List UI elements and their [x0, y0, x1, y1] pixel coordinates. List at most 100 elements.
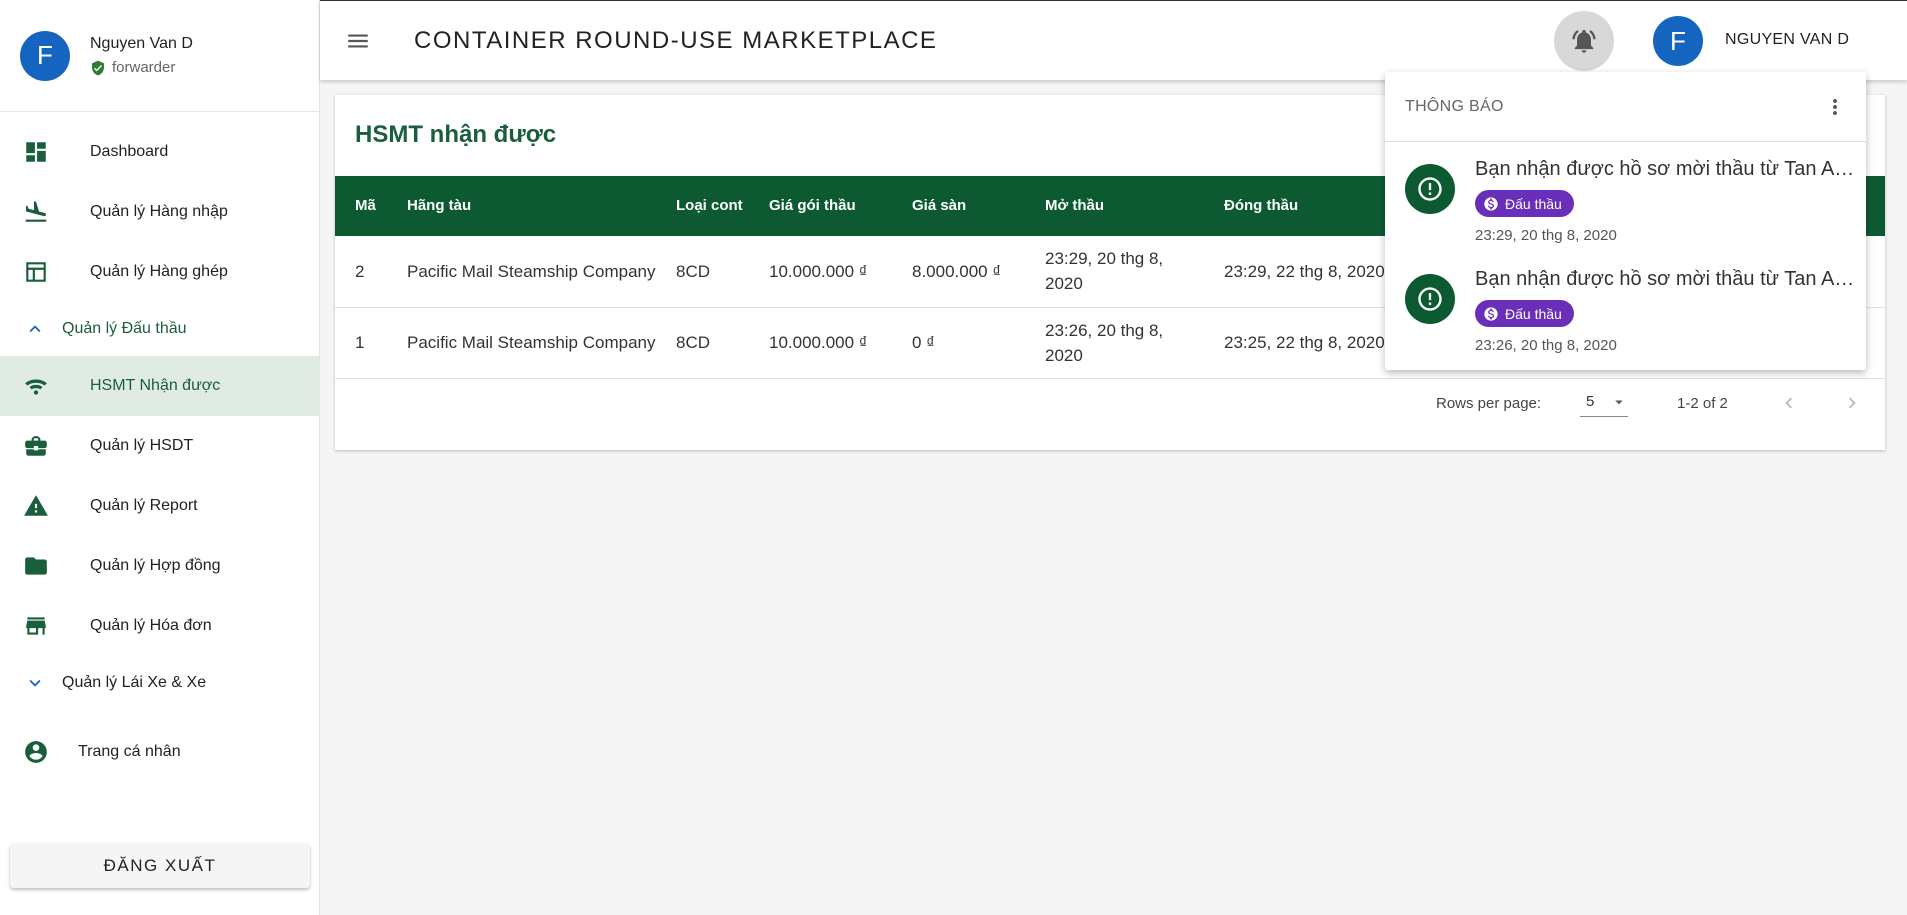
notification-tag: Đấu thầu — [1475, 190, 1574, 217]
column-header-mo-thau[interactable]: Mở thầu — [1035, 176, 1214, 236]
profile-role: forwarder — [112, 59, 176, 76]
sidebar-item-label: HSMT Nhận được — [90, 377, 221, 394]
sidebar: F Nguyen Van D forwarder Dashboard Quản … — [0, 0, 320, 915]
user-avatar[interactable]: F — [1653, 16, 1703, 66]
column-header-ma[interactable]: Mã — [335, 176, 397, 236]
cell-ma: 1 — [335, 307, 397, 379]
profile-name: Nguyen Van D — [90, 35, 193, 52]
sidebar-item-trang-ca-nhan[interactable]: Trang cá nhân — [0, 722, 319, 782]
table-pagination: Rows per page: 5 1-2 of 2 — [335, 385, 1885, 421]
notification-title: THÔNG BÁO — [1405, 97, 1504, 115]
chevron-right-icon — [1848, 397, 1856, 409]
notification-time: 23:26, 20 thg 8, 2020 — [1475, 337, 1617, 354]
cell-gia-san: 8.000.000 ₫ — [902, 236, 1035, 308]
notification-item[interactable]: Bạn nhận được hồ sơ mời thầu từ Tan An T… — [1385, 142, 1866, 252]
sidebar-item-hang-nhap[interactable]: Quản lý Hàng nhập — [0, 182, 319, 242]
chevron-up-icon — [20, 318, 50, 340]
flight-land-icon — [20, 196, 52, 228]
sidebar-item-report[interactable]: Quản lý Report — [0, 476, 319, 536]
sidebar-item-hoa-don[interactable]: Quản lý Hóa đơn — [0, 596, 319, 656]
cell-mo-thau: 23:29, 20 thg 8, 2020 — [1035, 236, 1214, 308]
sidebar-item-label: Quản lý Hợp đồng — [90, 557, 221, 574]
logout-button[interactable]: ĐĂNG XUẤT — [10, 843, 310, 888]
cell-hang-tau: Pacific Mail Steamship Company — [397, 236, 666, 308]
rows-per-page-value: 5 — [1586, 393, 1595, 410]
store-icon — [20, 610, 52, 642]
page-title: HSMT nhận được — [355, 121, 557, 148]
folder-icon — [20, 550, 52, 582]
dashboard-icon — [20, 136, 52, 168]
notification-item[interactable]: Bạn nhận được hồ sơ mời thầu từ Tan An T… — [1385, 252, 1866, 362]
cell-ma: 2 — [335, 236, 397, 308]
sidebar-profile: F Nguyen Van D forwarder — [0, 0, 319, 112]
notification-message: Bạn nhận được hồ sơ mời thầu từ Tan An T… — [1475, 158, 1855, 180]
account-circle-icon — [20, 736, 52, 768]
column-header-loai-cont[interactable]: Loại cont — [666, 176, 759, 236]
column-header-gia-san[interactable]: Giá sàn — [902, 176, 1035, 236]
cell-gia-goi-thau: 10.000.000 ₫ — [759, 307, 902, 379]
notification-button[interactable] — [1554, 11, 1614, 71]
dollar-icon — [1484, 306, 1498, 321]
sidebar-item-label: Quản lý Hàng ghép — [90, 263, 228, 280]
cell-mo-thau: 23:26, 20 thg 8, 2020 — [1035, 307, 1214, 379]
bell-ringing-icon — [1572, 29, 1596, 53]
sidebar-item-hsdt[interactable]: Quản lý HSDT — [0, 416, 319, 476]
alert-circle-icon — [1405, 274, 1455, 324]
table-icon — [20, 256, 52, 288]
sidebar-item-label: Quản lý Hàng nhập — [90, 203, 228, 220]
chevron-down-icon — [20, 672, 50, 694]
sidebar-group-dau-thau[interactable]: Quản lý Đấu thầu — [0, 302, 319, 356]
user-name[interactable]: NGUYEN VAN D — [1725, 31, 1849, 49]
notification-tag-label: Đấu thầu — [1505, 305, 1562, 322]
notification-tag-label: Đấu thầu — [1505, 195, 1562, 212]
previous-page-button[interactable] — [1775, 389, 1803, 417]
cell-loai-cont: 8CD — [666, 307, 759, 379]
notification-header: THÔNG BÁO — [1385, 72, 1866, 142]
briefcase-icon — [20, 430, 52, 462]
menu-icon[interactable] — [342, 25, 374, 57]
cell-loai-cont: 8CD — [666, 236, 759, 308]
pagination-range: 1-2 of 2 — [1677, 395, 1728, 412]
shield-check-icon — [92, 60, 104, 75]
sidebar-item-hop-dong[interactable]: Quản lý Hợp đồng — [0, 536, 319, 596]
alert-circle-icon — [1405, 164, 1455, 214]
notification-time: 23:29, 20 thg 8, 2020 — [1475, 227, 1617, 244]
column-header-hang-tau[interactable]: Hãng tàu — [397, 176, 666, 236]
sidebar-nav: Dashboard Quản lý Hàng nhập Quản lý Hàng… — [0, 112, 319, 782]
app-title: CONTAINER ROUND-USE MARKETPLACE — [414, 26, 938, 54]
cell-gia-san: 0 ₫ — [902, 307, 1035, 379]
cell-hang-tau: Pacific Mail Steamship Company — [397, 307, 666, 379]
rows-per-page-select[interactable]: 5 — [1580, 387, 1628, 417]
chevron-left-icon — [1785, 397, 1793, 409]
dropdown-arrow-icon — [1615, 400, 1623, 405]
cell-dong-thau: 23:25, 22 thg 8, 2020 — [1214, 307, 1414, 379]
more-vert-icon[interactable] — [1822, 94, 1848, 120]
column-header-dong-thau[interactable]: Đóng thầu — [1214, 176, 1414, 236]
notification-message: Bạn nhận được hồ sơ mời thầu từ Tan An T… — [1475, 268, 1855, 290]
cell-dong-thau: 23:29, 22 thg 8, 2020 — [1214, 236, 1414, 308]
next-page-button[interactable] — [1838, 389, 1866, 417]
sidebar-group-label: Quản lý Đấu thầu — [62, 320, 187, 337]
signal-icon — [20, 370, 52, 402]
sidebar-group-label: Quản lý Lái Xe & Xe — [62, 674, 207, 691]
profile-info: Nguyen Van D forwarder — [90, 35, 193, 76]
app-header: CONTAINER ROUND-USE MARKETPLACE F NGUYEN… — [320, 0, 1907, 80]
sidebar-item-dashboard[interactable]: Dashboard — [0, 122, 319, 182]
profile-role-row: forwarder — [90, 59, 193, 76]
cell-gia-goi-thau: 10.000.000 ₫ — [759, 236, 902, 308]
notification-tag: Đấu thầu — [1475, 300, 1574, 327]
sidebar-item-label: Quản lý Hóa đơn — [90, 617, 212, 634]
sidebar-group-lai-xe[interactable]: Quản lý Lái Xe & Xe — [0, 656, 319, 710]
sidebar-item-label: Quản lý HSDT — [90, 437, 194, 454]
avatar[interactable]: F — [20, 30, 70, 81]
sidebar-item-label: Quản lý Report — [90, 497, 198, 514]
sidebar-item-hsmt[interactable]: HSMT Nhận được — [0, 356, 319, 416]
sidebar-item-label: Dashboard — [90, 143, 169, 160]
rows-per-page-label: Rows per page: — [1436, 395, 1542, 412]
notification-panel: THÔNG BÁO Bạn nhận được hồ sơ mời thầu t… — [1385, 72, 1866, 370]
warning-icon — [20, 490, 52, 522]
sidebar-item-hang-ghep[interactable]: Quản lý Hàng ghép — [0, 242, 319, 302]
column-header-gia-goi-thau[interactable]: Giá gói thầu — [759, 176, 902, 236]
dollar-icon — [1484, 196, 1498, 211]
sidebar-item-label: Trang cá nhân — [78, 743, 181, 760]
